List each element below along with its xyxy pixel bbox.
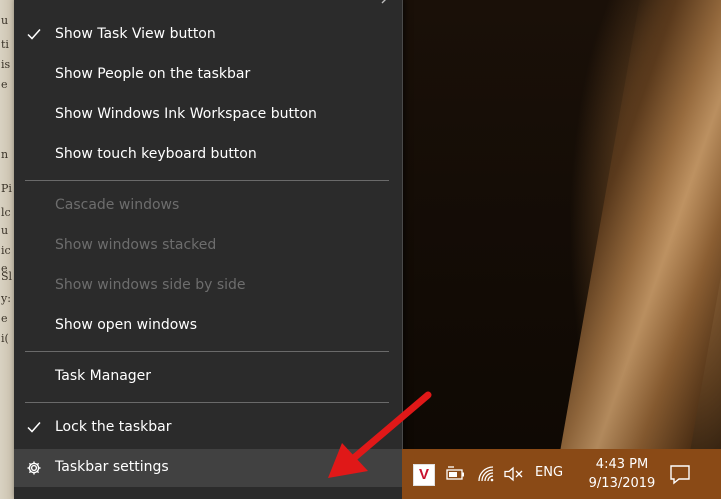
input-language-indicator[interactable]: ENG xyxy=(535,465,563,480)
book-text: Pi xyxy=(1,182,12,195)
menu-item-show-task-view[interactable]: Show Task View button xyxy=(14,16,402,52)
menu-item-label: Show windows stacked xyxy=(55,237,217,253)
book-text: e xyxy=(1,312,8,325)
checkmark-icon xyxy=(27,29,41,40)
book-text: u xyxy=(1,224,9,237)
gear-icon xyxy=(27,461,41,475)
book-text: e xyxy=(1,78,8,91)
menu-item-cascade-windows: Cascade windows xyxy=(14,187,402,223)
menu-item-show-open-windows[interactable]: Show open windows xyxy=(14,307,402,343)
book-text: Sl xyxy=(1,270,13,283)
book-text: n xyxy=(1,148,9,161)
taskbar-context-menu: Show Task View button Show People on the… xyxy=(14,0,403,499)
menu-item-show-touch-keyboard[interactable]: Show touch keyboard button xyxy=(14,136,402,172)
book-text: lc xyxy=(1,206,11,219)
book-text: ic xyxy=(1,244,11,257)
book-text: y: xyxy=(1,292,11,305)
menu-item-label: Show open windows xyxy=(55,317,198,333)
menu-item-label: Lock the taskbar xyxy=(55,419,172,435)
menu-item-label: Taskbar settings xyxy=(55,459,169,475)
book-text: ti xyxy=(1,38,9,51)
taskbar: V ENG 4:43 PM 9/13/2019 xyxy=(402,449,721,499)
clock[interactable]: 4:43 PM 9/13/2019 xyxy=(579,455,665,493)
menu-item-label: Show Windows Ink Workspace button xyxy=(55,106,317,122)
book-text: i( xyxy=(1,332,9,345)
battery-icon[interactable] xyxy=(444,466,466,482)
menu-item-label: Show touch keyboard button xyxy=(55,146,257,162)
menu-item-taskbar-settings[interactable]: Taskbar settings xyxy=(14,449,402,487)
wifi-icon[interactable] xyxy=(477,465,497,483)
submenu-chevron-icon xyxy=(381,0,386,4)
menu-item-label: Show Task View button xyxy=(55,26,216,42)
clock-time: 4:43 PM xyxy=(595,457,649,472)
menu-item-label: Task Manager xyxy=(55,368,152,384)
menu-item-lock-taskbar[interactable]: Lock the taskbar xyxy=(14,409,402,445)
volume-muted-icon[interactable] xyxy=(503,466,525,482)
action-center-icon[interactable] xyxy=(669,463,691,485)
clock-date: 9/13/2019 xyxy=(588,476,656,491)
menu-item-show-windows-stacked: Show windows stacked xyxy=(14,227,402,263)
menu-item-show-people[interactable]: Show People on the taskbar xyxy=(14,56,402,92)
checkmark-icon xyxy=(27,422,41,433)
book-text: is xyxy=(1,58,11,71)
app-badge-letter: V xyxy=(418,466,429,483)
menu-item-label: Show People on the taskbar xyxy=(55,66,251,82)
menu-item-label: Cascade windows xyxy=(55,197,180,213)
menu-item-task-manager[interactable]: Task Manager xyxy=(14,358,402,394)
menu-separator xyxy=(25,351,389,352)
background-window-edge: u ti is e n Pi lc u ic e Sl y: e i( xyxy=(0,0,14,499)
menu-item-show-windows-side-by-side: Show windows side by side xyxy=(14,267,402,303)
menu-separator xyxy=(25,180,389,181)
menu-separator xyxy=(25,402,389,403)
book-text: u xyxy=(1,14,9,27)
app-tray-icon[interactable]: V xyxy=(413,464,435,486)
menu-item-label: Show windows side by side xyxy=(55,277,246,293)
menu-item-show-ink-workspace[interactable]: Show Windows Ink Workspace button xyxy=(14,96,402,132)
